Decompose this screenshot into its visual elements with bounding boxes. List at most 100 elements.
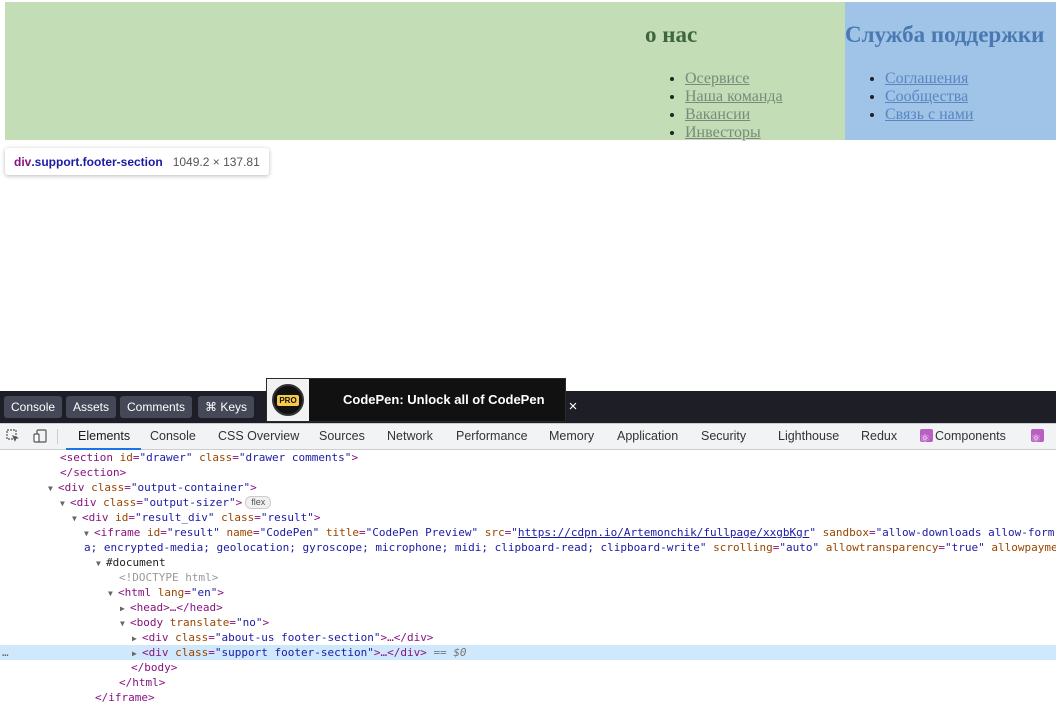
about-link-jobs[interactable]: Вакансии	[685, 106, 750, 123]
attr-value: "result"	[260, 511, 314, 524]
node-tag: <iframe	[94, 526, 141, 539]
tooltip-classes: .support.footer-section	[31, 154, 163, 169]
attr-value: "drawer comments"	[238, 451, 352, 464]
node-tag-end: >…</div>	[373, 646, 427, 659]
attr-name: class	[199, 451, 233, 464]
tab-sources[interactable]: Sources	[319, 424, 365, 449]
attr-value: "output-sizer"	[142, 496, 236, 509]
dom-node[interactable]: ▼ <div id="result_div" class="result">	[0, 510, 1056, 525]
tab-security[interactable]: Security	[701, 424, 746, 449]
collapse-triangle-icon[interactable]: ▶	[132, 646, 142, 660]
attr-name: sandbox	[822, 526, 869, 539]
expand-triangle-icon[interactable]: ▼	[84, 526, 94, 540]
keys-button[interactable]: ⌘ Keys	[198, 396, 255, 418]
dom-node[interactable]: </section>	[0, 465, 1056, 480]
pro-badge: PRO	[277, 395, 299, 406]
about-link-investors[interactable]: Инвесторы	[685, 124, 761, 141]
dom-node[interactable]: ▼ <div class="output-container">	[0, 480, 1056, 495]
tab-components[interactable]: Components	[920, 424, 1006, 452]
attr-name: name	[226, 526, 253, 539]
dom-tree: <section id="drawer" class="drawer comme…	[0, 450, 1056, 704]
dom-node[interactable]: ▼ <html lang="en">	[0, 585, 1056, 600]
tab-application[interactable]: Application	[617, 424, 678, 449]
attr-name: class	[91, 481, 125, 494]
node-tag-end: >	[217, 586, 224, 599]
collapse-triangle-icon[interactable]: ▶	[132, 631, 142, 645]
attr-name: title	[325, 526, 359, 539]
support-heading: Служба поддержки	[845, 22, 1045, 47]
tab-memory[interactable]: Memory	[549, 424, 594, 449]
attr-value: "output-container"	[130, 481, 251, 494]
expand-triangle-icon[interactable]: ▼	[108, 586, 118, 600]
attr-value: "no"	[235, 616, 263, 629]
dom-node[interactable]: <!DOCTYPE html>	[0, 570, 1056, 585]
attr-value: "drawer"	[139, 451, 193, 464]
dom-node[interactable]: ▼ #document	[0, 555, 1056, 570]
comments-button[interactable]: Comments	[120, 396, 193, 418]
attr-value: "result"	[166, 526, 220, 539]
about-link-service[interactable]: Осервисе	[685, 70, 749, 87]
tab-redux[interactable]: Redux	[861, 424, 897, 449]
dom-node[interactable]: ▶ <head>…</head>	[0, 600, 1056, 615]
dom-node[interactable]: ▶ <div class="about-us footer-section">…<…	[0, 630, 1056, 645]
attr-value: "auto"	[779, 541, 820, 554]
support-link-communities[interactable]: Сообщества	[885, 88, 968, 105]
dom-node-selected[interactable]: … ▶ <div class="support footer-section">…<…	[0, 645, 1056, 660]
attr-name: src	[484, 526, 505, 539]
tab-css-overview[interactable]: CSS Overview	[218, 424, 299, 449]
expand-triangle-icon[interactable]: ▼	[48, 481, 58, 495]
close-icon[interactable]: ×	[566, 399, 580, 414]
tab-performance[interactable]: Performance	[456, 424, 528, 449]
codepen-preview: о нас Осервисе Наша команда Вакансии Инв…	[0, 0, 1056, 391]
collapse-triangle-icon[interactable]: ▶	[120, 601, 130, 615]
node-close-tag: </iframe>	[95, 691, 155, 704]
node-tag-end: >	[235, 496, 243, 509]
expand-triangle-icon[interactable]: ▼	[96, 556, 106, 570]
support-links-list: Соглашения Сообщества Связь с нами	[845, 70, 973, 124]
pro-promo-banner[interactable]: PRO CodePen: Unlock all of CodePen	[266, 378, 566, 422]
list-item: Вакансии	[685, 106, 783, 124]
tab-network[interactable]: Network	[387, 424, 433, 449]
document-node: #document	[106, 556, 166, 569]
expand-triangle-icon[interactable]: ▼	[72, 511, 82, 525]
list-item: Соглашения	[885, 70, 973, 88]
node-tag-end: >…</div>	[380, 631, 434, 644]
support-link-contact[interactable]: Связь с нами	[885, 106, 973, 123]
inspect-element-icon[interactable]	[6, 429, 20, 443]
expand-triangle-icon[interactable]: ▼	[120, 616, 130, 630]
node-menu-dots[interactable]: …	[2, 645, 9, 660]
about-links-list: Осервисе Наша команда Вакансии Инвесторы	[645, 70, 783, 142]
about-link-team[interactable]: Наша команда	[685, 88, 783, 105]
list-item: Наша команда	[685, 88, 783, 106]
attr-value: "CodePen"	[259, 526, 320, 539]
node-tag: <section	[60, 451, 113, 464]
console-button[interactable]: Console	[4, 396, 63, 418]
attr-value: "true"	[944, 541, 985, 554]
tab-profiler[interactable]	[1031, 424, 1046, 452]
dom-node-wrap[interactable]: a; encrypted-media; geolocation; gyrosco…	[0, 540, 1056, 555]
dom-node[interactable]: </html>	[0, 675, 1056, 690]
dom-node[interactable]: </body>	[0, 660, 1056, 675]
assets-button[interactable]: Assets	[66, 396, 117, 418]
dom-node[interactable]: ▼ <iframe id="result" name="CodePen" titl…	[0, 525, 1056, 540]
dom-node[interactable]: ▼ <body translate="no">	[0, 615, 1056, 630]
tab-console[interactable]: Console	[150, 424, 196, 449]
node-tag-end: >	[262, 616, 270, 629]
tab-divider	[57, 429, 58, 444]
node-tag: <div	[82, 511, 109, 524]
equals-marker: ==	[433, 646, 447, 659]
tab-elements[interactable]: Elements	[65, 424, 142, 450]
pro-logo-box: PRO	[267, 379, 309, 421]
device-toolbar-icon[interactable]	[33, 429, 47, 443]
tab-lighthouse[interactable]: Lighthouse	[778, 424, 839, 449]
attr-value: "support footer-section"	[214, 646, 374, 659]
expand-triangle-icon[interactable]: ▼	[60, 496, 70, 510]
attr-name: id	[146, 526, 161, 539]
head-node: <head>…</head>	[130, 601, 223, 614]
dom-node[interactable]: <section id="drawer" class="drawer comme…	[0, 450, 1056, 465]
support-link-agreements[interactable]: Соглашения	[885, 70, 968, 87]
dom-node[interactable]: ▼ <div class="output-sizer"> flex	[0, 495, 1056, 510]
src-link[interactable]: https://cdpn.io/Artemonchik/fullpage/xxg…	[518, 526, 809, 539]
attr-value: "result_div"	[135, 511, 215, 524]
flex-badge[interactable]: flex	[245, 496, 272, 509]
